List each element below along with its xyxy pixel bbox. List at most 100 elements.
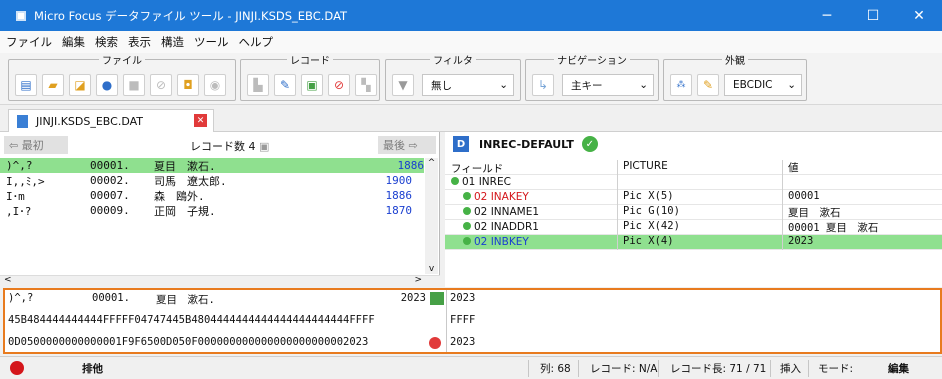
field-row[interactable]: 02 INNAME1 Pic G(10) 夏目 漱石 bbox=[445, 205, 942, 220]
info-icon[interactable]: ● bbox=[96, 74, 118, 96]
menu-tools[interactable]: ツール bbox=[194, 34, 229, 50]
header-field: フィールド bbox=[451, 163, 504, 175]
hex-separator bbox=[446, 290, 447, 352]
export-icon[interactable]: ◘ bbox=[177, 74, 199, 96]
horizontal-scrollbar[interactable]: < > bbox=[0, 275, 440, 287]
field-row[interactable]: 02 INBKEY Pic X(4) 2023 bbox=[445, 235, 942, 250]
encoding-select[interactable]: EBCDIC ⌄ bbox=[724, 74, 802, 96]
edit-record-icon[interactable]: ✎ bbox=[274, 74, 296, 96]
field-grid: フィールド PICTURE 値 01 INREC 02 INAKEY Pic X(5… bbox=[445, 160, 942, 250]
delete-record-icon[interactable]: ⊘ bbox=[328, 74, 350, 96]
record-row[interactable]: I･m 00007. 森 鴎外. 1886 bbox=[6, 188, 412, 203]
stop-icon[interactable]: ◉ bbox=[204, 74, 226, 96]
toolbar: ファイル ▤ ▰ ◪ ● ■ ⊘ ◘ ◉ レコード ▙ ✎ ▣ ⊘ ▚ フィルタ… bbox=[0, 53, 942, 105]
chevron-down-icon: ⌄ bbox=[499, 79, 508, 91]
field-text-line[interactable]: 2023 bbox=[450, 292, 475, 304]
maximize-button[interactable]: ☐ bbox=[850, 0, 896, 31]
hex-name: 夏目 漱石. bbox=[156, 294, 215, 306]
field-zone-line[interactable]: FFFF bbox=[450, 314, 475, 326]
record-raw: I･m bbox=[6, 189, 25, 203]
filter-select[interactable]: 無し ⌄ bbox=[422, 74, 514, 96]
navigation-group-label: ナビゲーション bbox=[554, 56, 630, 67]
pencil-icon[interactable]: ✎ bbox=[697, 74, 719, 96]
image-icon[interactable] bbox=[430, 292, 444, 305]
tab-file[interactable]: JINJI.KSDS_EBC.DAT ✕ bbox=[8, 109, 214, 132]
field-name: 02 INAKEY bbox=[474, 191, 529, 203]
menu-help[interactable]: ヘルプ bbox=[239, 34, 274, 50]
field-status-icon bbox=[463, 207, 471, 215]
record-name: 司馬 遼太郎. bbox=[154, 174, 227, 188]
close-tab-icon[interactable]: ✕ bbox=[194, 114, 207, 127]
scroll-down-icon[interactable]: v bbox=[425, 264, 438, 274]
record-length-status: レコード長: 71 / 71 bbox=[670, 363, 767, 375]
tab-strip: JINJI.KSDS_EBC.DAT ✕ bbox=[0, 106, 942, 132]
field-row[interactable]: 01 INREC bbox=[445, 175, 942, 190]
field-value[interactable]: 00001 夏目 漱石 bbox=[782, 220, 942, 235]
goto-icon[interactable]: ↳ bbox=[532, 74, 554, 96]
close-file-icon[interactable]: ■ bbox=[123, 74, 145, 96]
scroll-right-icon[interactable]: > bbox=[414, 275, 422, 285]
new-file-icon[interactable]: ▤ bbox=[15, 74, 37, 96]
field-status-icon bbox=[463, 192, 471, 200]
remove-record-icon[interactable]: ▚ bbox=[355, 74, 377, 96]
save-record-icon[interactable]: ▣ bbox=[301, 74, 323, 96]
refresh-icon[interactable]: ▣ bbox=[259, 140, 269, 153]
record-row[interactable]: I,,ﾐ,> 00002. 司馬 遼太郎. 1900 bbox=[6, 173, 412, 188]
hex-digit-line[interactable]: 0D0500000000000001F9F6500D050F0000000000… bbox=[8, 336, 432, 348]
hex-year: 2023 bbox=[400, 292, 426, 304]
filter-icon[interactable]: ▼ bbox=[392, 74, 414, 96]
record-count-label: レコード数 4 bbox=[190, 140, 256, 153]
column-status: 列: 68 bbox=[540, 363, 571, 375]
field-digit-line[interactable]: 2023 bbox=[450, 336, 475, 348]
menu-file[interactable]: ファイル bbox=[6, 34, 52, 50]
mode-label: モード: bbox=[818, 363, 854, 375]
record-raw: ,I･? bbox=[6, 204, 32, 218]
close-button[interactable]: ✕ bbox=[896, 0, 942, 31]
menu-search[interactable]: 検索 bbox=[95, 34, 118, 50]
scroll-left-icon[interactable]: < bbox=[4, 275, 12, 285]
last-record-label: 最後 bbox=[383, 139, 405, 152]
layout-name: INREC-DEFAULT bbox=[479, 137, 574, 151]
insert-record-icon[interactable]: ▙ bbox=[247, 74, 269, 96]
last-record-button[interactable]: 最後 ⇨ bbox=[378, 136, 436, 154]
record-status: レコード: N/A bbox=[590, 363, 658, 375]
menu-edit[interactable]: 編集 bbox=[62, 34, 85, 50]
vertical-scrollbar[interactable]: ^ v bbox=[425, 158, 438, 274]
field-status-icon bbox=[451, 177, 459, 185]
record-row[interactable]: ,I･? 00009. 正岡 子規. 1870 bbox=[6, 203, 412, 218]
cancel-icon[interactable]: ⊘ bbox=[150, 74, 172, 96]
menu-structure[interactable]: 構造 bbox=[161, 34, 184, 50]
field-value[interactable]: 2023 bbox=[782, 235, 942, 250]
file-group-label: ファイル bbox=[99, 56, 145, 67]
field-name: 01 INREC bbox=[462, 176, 511, 188]
first-record-button[interactable]: ⇦ 最初 bbox=[4, 136, 68, 154]
record-count: レコード数 4 ▣ bbox=[190, 138, 269, 154]
chevron-down-icon: ⌄ bbox=[787, 79, 796, 91]
tab-label: JINJI.KSDS_EBC.DAT bbox=[36, 114, 143, 128]
field-name: 02 INBKEY bbox=[474, 236, 529, 248]
hex-text-line: )^,? 00001. 夏目 漱石. 2023 bbox=[8, 292, 444, 307]
record-group-label: レコード bbox=[287, 56, 333, 67]
field-row[interactable]: 02 INAKEY Pic X(5) 00001 bbox=[445, 190, 942, 205]
record-name: 正岡 子規. bbox=[154, 204, 216, 218]
field-value[interactable] bbox=[782, 175, 942, 190]
field-row[interactable]: 02 INADDR1 Pic X(42) 00001 夏目 漱石 bbox=[445, 220, 942, 235]
open-file-icon[interactable]: ▰ bbox=[42, 74, 64, 96]
field-value[interactable]: 夏目 漱石 bbox=[782, 205, 942, 220]
hex-zone-line[interactable]: 45B484444444444FFFFF04747445B48044444444… bbox=[8, 314, 375, 326]
scroll-up-icon[interactable]: ^ bbox=[425, 158, 438, 168]
first-record-label: 最初 bbox=[21, 139, 44, 152]
hex-toggle-icon[interactable]: ⁂ bbox=[670, 74, 692, 96]
field-value[interactable]: 00001 bbox=[782, 190, 942, 205]
record-key: 00009. bbox=[90, 204, 130, 217]
navigation-group: ナビゲーション ↳ 主キー ⌄ bbox=[525, 56, 659, 101]
title-bar: Micro Focus データファイル ツール - JINJI.KSDS_EBC… bbox=[0, 0, 942, 31]
structure-icon[interactable]: ◪ bbox=[69, 74, 91, 96]
menu-view[interactable]: 表示 bbox=[128, 34, 151, 50]
field-picture: Pic X(42) bbox=[617, 220, 782, 235]
record-row[interactable]: )^,? 00001. 夏目 漱石. 1886 bbox=[0, 158, 424, 173]
field-name-cell: 02 INBKEY bbox=[451, 236, 611, 248]
file-group: ファイル ▤ ▰ ◪ ● ■ ⊘ ◘ ◉ bbox=[8, 56, 236, 101]
minimize-button[interactable]: ─ bbox=[804, 0, 850, 31]
navigation-select[interactable]: 主キー ⌄ bbox=[562, 74, 654, 96]
